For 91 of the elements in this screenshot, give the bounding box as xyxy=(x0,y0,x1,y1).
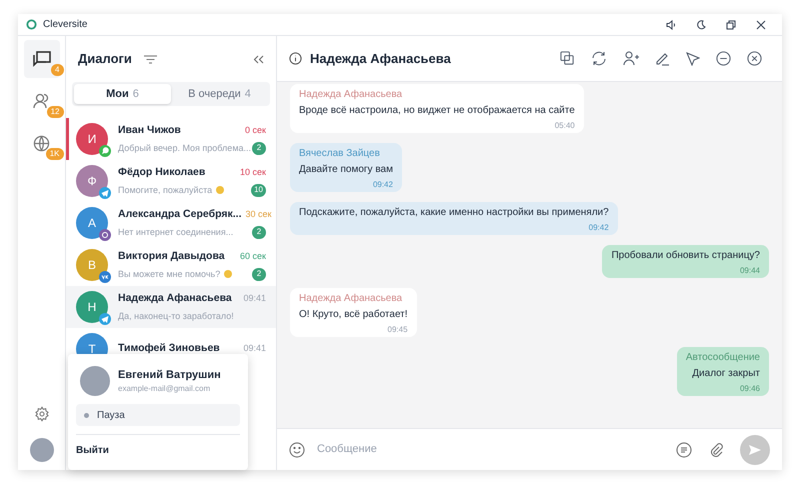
panel-title: Диалоги xyxy=(78,50,132,68)
viber-icon xyxy=(99,229,111,241)
message-time: 09:42 xyxy=(588,222,609,233)
message-time: 09:46 xyxy=(740,383,760,394)
pencil-icon[interactable] xyxy=(655,51,670,66)
time-label: 0 сек xyxy=(244,124,266,137)
message-text: О! Круто, всё работает! xyxy=(299,308,408,322)
message-text: Вроде всё настроила, но виджет не отображается на сайте xyxy=(299,104,575,118)
message-time: 05:40 xyxy=(554,120,575,131)
dialog-item[interactable]: И Иван Чижов 0 сек Добрый вечер. Моя проблема... 2 xyxy=(66,118,276,160)
count-badge: 1K xyxy=(46,148,64,160)
message-author: Вячеслав Зайцев xyxy=(299,147,381,161)
message-author: Автосообщение xyxy=(686,351,760,365)
tab[interactable]: Мои 6 xyxy=(74,84,171,104)
message-input[interactable]: Сообщение xyxy=(317,441,668,458)
message-time: 09:44 xyxy=(740,265,760,276)
send-icon xyxy=(748,444,762,456)
contact-name: Тимофей Зиновьев xyxy=(118,341,220,356)
message-preview: Вы можете мне помочь? xyxy=(118,268,220,281)
unread-badge: 10 xyxy=(251,184,266,197)
template-icon[interactable] xyxy=(676,442,692,458)
contact-avatar: И xyxy=(76,123,108,155)
message-author: Надежда Афанасьева xyxy=(299,292,404,306)
user-name: Евгений Ватрушин xyxy=(118,368,221,383)
telegram-icon xyxy=(99,187,111,199)
close-circle-icon[interactable] xyxy=(747,51,762,66)
chat-icon xyxy=(32,50,50,68)
time-label: 10 сек xyxy=(239,166,266,179)
contact-name: Иван Чижов xyxy=(118,122,181,138)
close-icon[interactable] xyxy=(756,20,766,30)
contact-avatar: Н xyxy=(76,291,108,323)
contact-name: Александра Серебряк... xyxy=(118,206,242,222)
message-author: Надежда Афанасьева xyxy=(299,88,404,102)
contact-name: Надежда Афанасьева xyxy=(118,290,232,306)
tab[interactable]: В очереди 4 xyxy=(171,84,268,104)
message-preview: Нет интернет соединения... xyxy=(118,226,234,239)
status-button[interactable]: Пауза xyxy=(76,404,240,426)
message-preview: Да, наконец-то заработало! xyxy=(118,310,234,323)
filter-icon[interactable] xyxy=(144,54,157,64)
time-label: 09:41 xyxy=(242,342,266,356)
user-email: example-mail@gmail.com xyxy=(118,383,212,396)
time-label: 60 сек xyxy=(239,250,266,263)
collapse-icon[interactable] xyxy=(253,54,264,64)
message-text: Давайте помогу вам xyxy=(299,163,393,177)
contact-name: Фёдор Николаев xyxy=(118,164,206,180)
unread-badge: 2 xyxy=(252,268,266,281)
whatsapp-icon xyxy=(99,145,111,157)
message-preview: Помогите, пожалуйста xyxy=(118,184,212,197)
time-label: 09:41 xyxy=(242,292,266,305)
message-time: 09:42 xyxy=(372,179,393,190)
message-text: Подскажите, пожалуйста, какие именно настройки вы применяли? xyxy=(299,206,609,220)
window-title: Cleversite xyxy=(43,18,88,32)
contact-name: Виктория Давыдова xyxy=(118,248,225,264)
active-indicator xyxy=(66,118,69,160)
add-user-icon[interactable] xyxy=(623,51,639,66)
cursor-icon[interactable] xyxy=(686,52,700,66)
dialog-item[interactable]: В Виктория Давыдова 60 сек Вы можете мне помочь? 2 xyxy=(66,244,276,286)
users-icon xyxy=(32,93,50,109)
logo-icon xyxy=(26,19,37,30)
count-badge: 12 xyxy=(46,106,64,118)
telegram-icon xyxy=(99,313,111,325)
emoji-icon[interactable] xyxy=(289,442,305,458)
message-text: Диалог закрыт xyxy=(692,367,760,381)
settings-icon[interactable] xyxy=(34,406,50,422)
contact-avatar: В xyxy=(76,249,108,281)
vk-icon xyxy=(99,271,111,283)
paperclip-icon[interactable] xyxy=(708,442,724,458)
user-avatar[interactable] xyxy=(30,438,54,462)
moon-icon[interactable] xyxy=(697,20,706,30)
contact-avatar: Ф xyxy=(76,165,108,197)
info-icon[interactable] xyxy=(289,52,302,65)
refresh-icon[interactable] xyxy=(591,51,607,66)
message-text: Пробовали обновить страницу? xyxy=(611,249,760,263)
contact-avatar: А xyxy=(76,207,108,239)
unread-badge: 2 xyxy=(252,226,266,239)
count-badge: 4 xyxy=(51,64,64,76)
time-label: 30 сек xyxy=(244,208,272,221)
speaker-icon[interactable] xyxy=(666,20,677,30)
user-avatar xyxy=(80,366,110,396)
minus-circle-icon[interactable] xyxy=(716,51,731,66)
dialog-item[interactable]: Ф Фёдор Николаев 10 сек Помогите, пожалуйста 10 xyxy=(66,160,276,202)
dialog-item[interactable]: А Александра Серебряк... 30 сек Нет интернет соединения... 2 xyxy=(66,202,276,244)
message-preview: Добрый вечер. Моя проблема... xyxy=(118,142,252,155)
copy-icon[interactable] xyxy=(560,51,575,66)
message-time: 09:45 xyxy=(388,324,408,335)
chat-title: Надежда Афанасьева xyxy=(310,50,451,68)
restore-icon[interactable] xyxy=(726,20,736,30)
globe-icon xyxy=(33,134,50,152)
dialog-item[interactable]: Н Надежда Афанасьева 09:41 Да, наконец-то заработало! xyxy=(66,286,276,328)
unread-badge: 2 xyxy=(252,142,266,155)
logout-button[interactable]: Выйти xyxy=(76,439,240,462)
